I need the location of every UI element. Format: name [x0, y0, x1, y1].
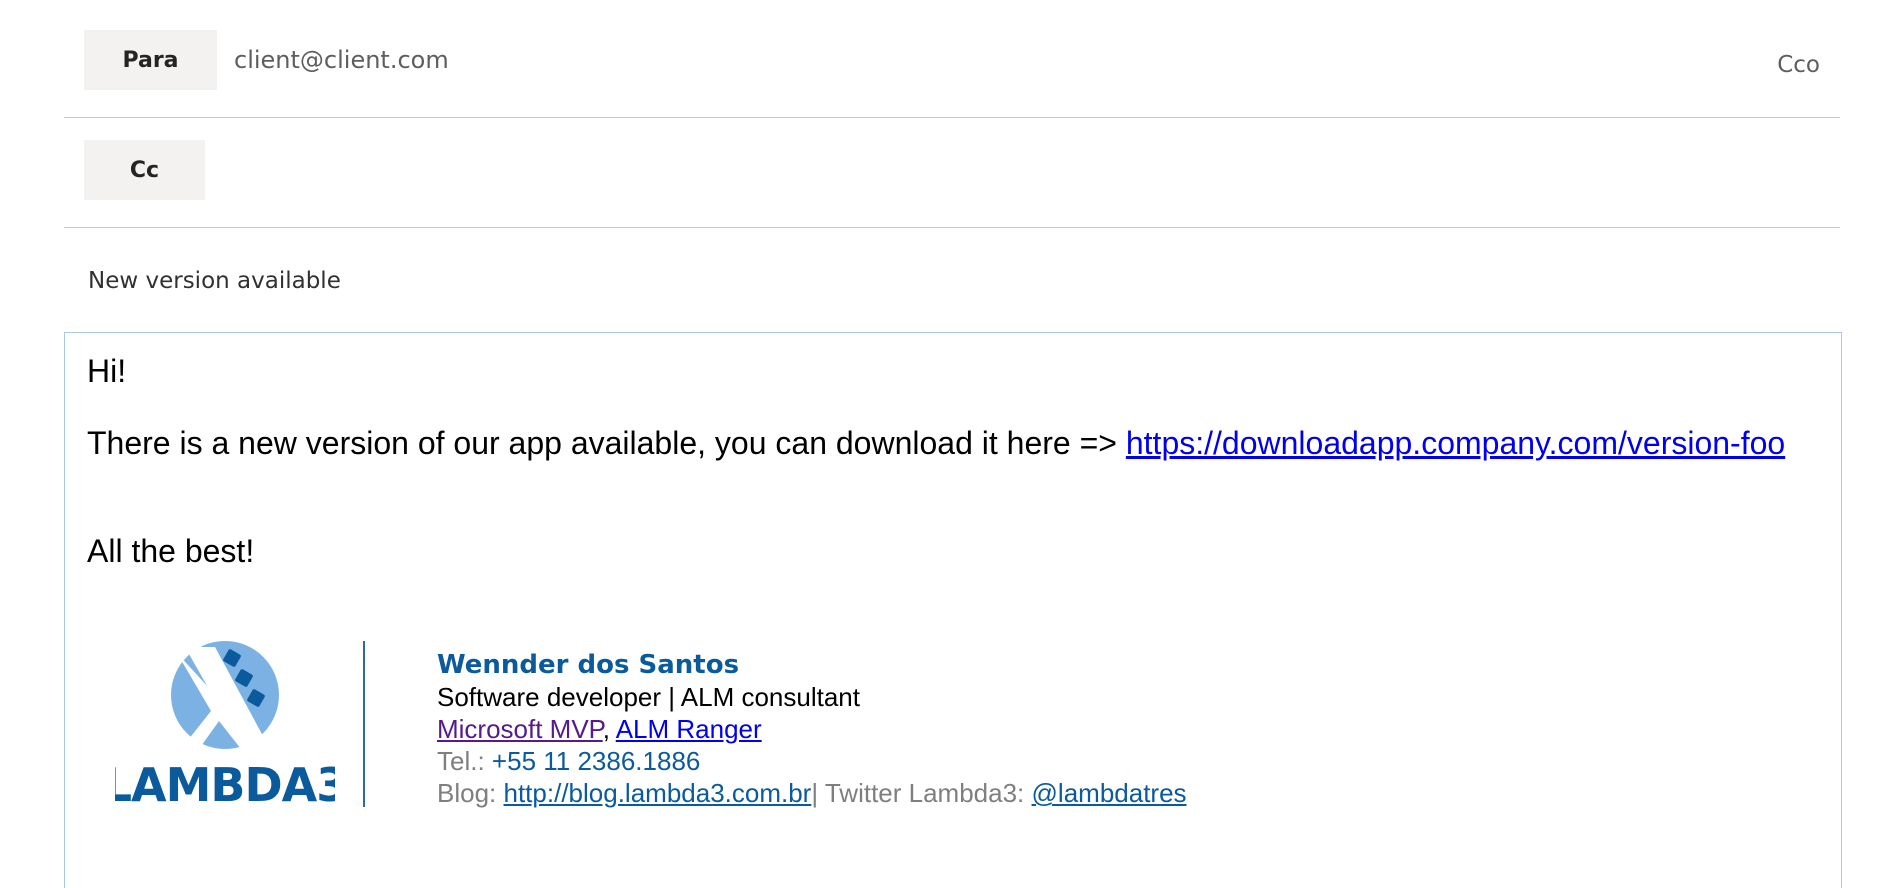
ranger-link[interactable]: ALM Ranger	[616, 714, 762, 744]
twitter-label: | Twitter Lambda3:	[811, 778, 1025, 808]
mvp-link[interactable]: Microsoft MVP	[437, 714, 603, 744]
signature-links-line: Microsoft MVP, ALM Ranger	[437, 713, 1187, 745]
cc-button[interactable]: Cc	[84, 140, 205, 200]
message-body-editor[interactable]: Hi! There is a new version of our app av…	[64, 332, 1842, 888]
message-text: There is a new version of our app availa…	[87, 425, 1117, 461]
twitter-link[interactable]: @lambdatres	[1032, 778, 1187, 808]
tel-label: Tel.:	[437, 746, 485, 776]
signature-name: Wennder dos Santos	[437, 650, 740, 680]
signature-blog-line: Blog: http://blog.lambda3.com.br| Twitte…	[437, 777, 1187, 809]
bcc-button[interactable]: Cco	[1777, 52, 1820, 78]
email-compose: Para client@client.com Cco Cc New versio…	[0, 0, 1894, 888]
signature-phone-line: Tel.: +55 11 2386.1886	[437, 745, 1187, 777]
links-separator: ,	[602, 714, 610, 744]
cc-row: Cc	[64, 118, 1840, 228]
tel-value: +55 11 2386.1886	[491, 746, 701, 776]
closing-text: All the best!	[87, 533, 255, 569]
download-link[interactable]: https://downloadapp.company.com/version-…	[1126, 425, 1785, 461]
lambda3-logo: LAMBDA3	[115, 641, 335, 807]
to-row: Para client@client.com Cco	[64, 0, 1840, 118]
message-paragraph: There is a new version of our app availa…	[87, 425, 1785, 462]
signature-title: Software developer | ALM consultant	[437, 682, 860, 712]
signature-block: Wennder dos Santos Software developer | …	[437, 649, 1187, 809]
subject-field[interactable]: New version available	[88, 268, 341, 294]
signature-divider	[363, 641, 365, 807]
blog-link[interactable]: http://blog.lambda3.com.br	[504, 778, 812, 808]
logo-wordmark: LAMBDA3	[115, 758, 335, 807]
blog-label: Blog:	[437, 778, 497, 808]
greeting-text: Hi!	[87, 353, 127, 389]
to-recipient[interactable]: client@client.com	[234, 46, 449, 74]
to-button[interactable]: Para	[84, 30, 217, 90]
